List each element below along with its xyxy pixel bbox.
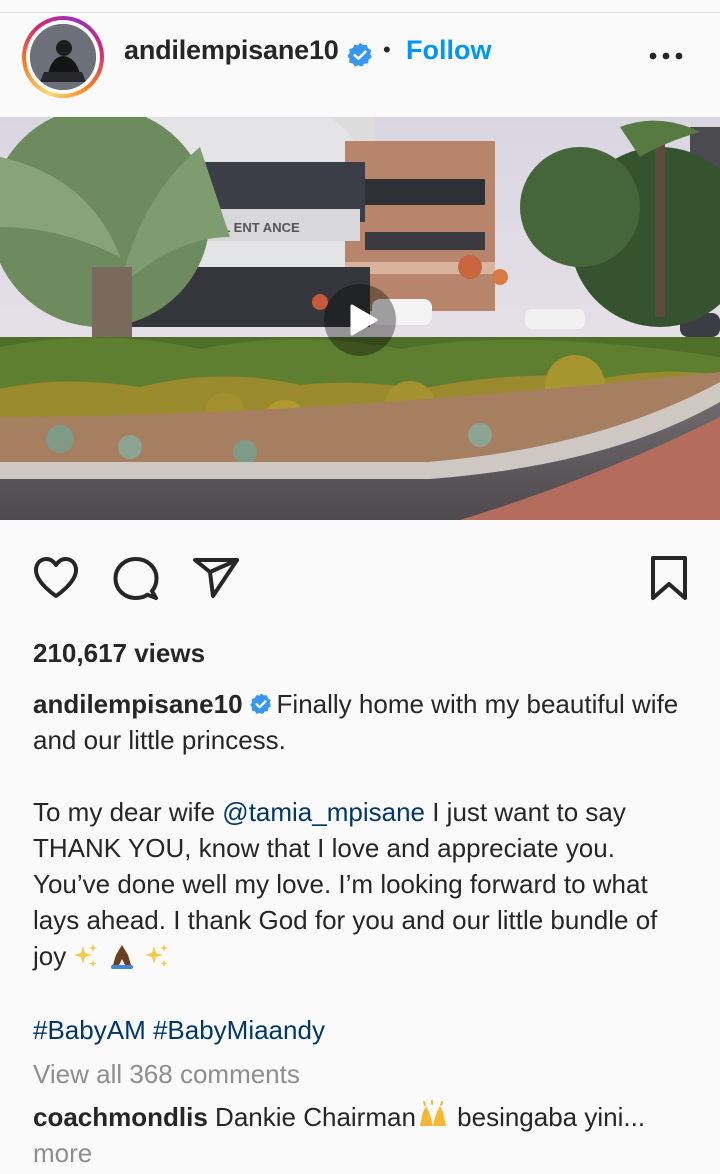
post-caption: andilempisane10 Finally home with my bea… xyxy=(33,686,693,974)
comment-icon[interactable] xyxy=(112,556,160,602)
play-icon[interactable] xyxy=(324,284,396,356)
post-username[interactable]: andilempisane10 xyxy=(124,35,339,66)
sparkles-icon xyxy=(144,944,168,967)
caption-text-before-mention: To my dear wife xyxy=(33,797,223,827)
share-icon[interactable] xyxy=(192,556,240,600)
view-all-comments-link[interactable]: View all 368 comments xyxy=(33,1056,300,1092)
sparkles-icon xyxy=(74,944,98,967)
avatar-photo xyxy=(30,24,96,90)
praying-hands-icon xyxy=(110,945,133,969)
hashtags[interactable]: #BabyAM #BabyMiaandy xyxy=(33,1012,325,1048)
caption-paragraph-2: To my dear wife @tamia_mpisane I just wa… xyxy=(33,794,693,974)
heart-icon[interactable] xyxy=(32,556,80,600)
follow-button[interactable]: Follow xyxy=(406,35,491,66)
post-video[interactable]: TAL ENT ANCE xyxy=(0,117,720,520)
comment-text-after-emoji: besingaba yini... xyxy=(449,1102,646,1132)
comment-username[interactable]: coachmondlis xyxy=(33,1102,208,1132)
story-ring[interactable] xyxy=(22,16,104,98)
raising-hands-icon xyxy=(419,1100,446,1126)
verified-badge-icon xyxy=(249,693,271,714)
status-strip xyxy=(0,0,720,13)
avatar[interactable] xyxy=(30,24,96,90)
view-count[interactable]: 210,617 views xyxy=(33,638,205,669)
comment-more-link[interactable]: more xyxy=(33,1138,92,1168)
post-header: andilempisane10 • Follow xyxy=(0,13,720,103)
instagram-post-screen: andilempisane10 • Follow TAL ENT ANCE 21… xyxy=(0,0,720,1174)
comment-text-before-emoji: Dankie Chairman xyxy=(207,1102,416,1132)
top-comment: coachmondlis Dankie Chairman besingaba y… xyxy=(33,1099,693,1171)
verified-badge-icon xyxy=(347,42,372,67)
caption-username[interactable]: andilempisane10 xyxy=(33,689,243,719)
post-actions xyxy=(0,548,720,612)
bookmark-icon[interactable] xyxy=(648,554,690,602)
separator-dot: • xyxy=(383,37,391,62)
mention-link[interactable]: @tamia_mpisane xyxy=(222,797,425,827)
more-options-icon[interactable] xyxy=(648,51,684,61)
